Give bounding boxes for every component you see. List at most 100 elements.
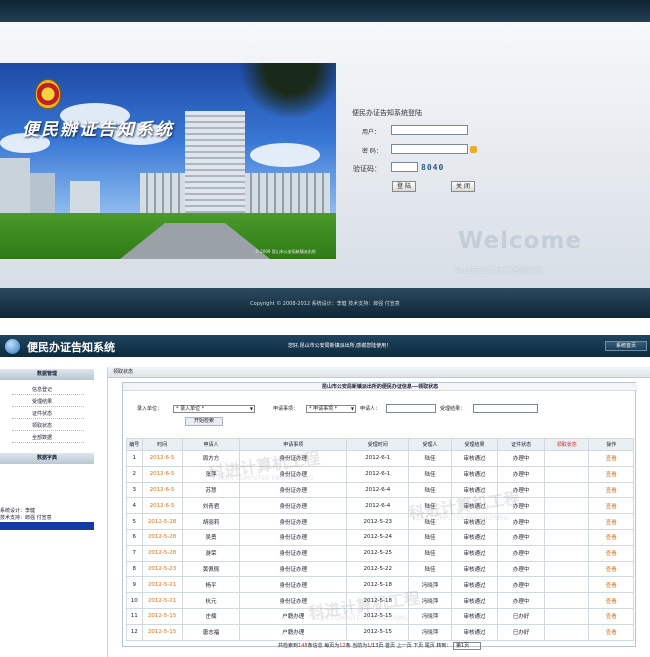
- cell-pickup: [543, 497, 590, 515]
- cell-item: 身份证办理: [239, 528, 348, 546]
- cell-no: 12: [126, 623, 143, 641]
- view-link[interactable]: 查看: [588, 607, 634, 625]
- sidebar: 数据管理 信息登记 受理结果 证件状态 领取状态 全部数据 数据字典 系统设计：…: [0, 367, 95, 657]
- cell-result: 审核通过: [450, 623, 499, 641]
- watermark-sub-3: KEJIN COMPUTER ENGINEERING: [313, 615, 409, 622]
- item-label: 申请事项：: [273, 406, 299, 412]
- sidebar-item-register[interactable]: 信息登记: [12, 385, 84, 395]
- login-button[interactable]: 登 陆: [392, 181, 416, 192]
- table-row: 3 2012-6-5 苏慧 身份证办理 2012-6-4 陆佳 审核通过 办理中 查看: [126, 481, 634, 499]
- table-row: 2 2012-6-5 张萍 身份证办理 2012-6-1 陆佳 审核通过 办理中 查看: [126, 465, 634, 483]
- system-title: 便民办证告知系统: [27, 341, 115, 354]
- view-link[interactable]: 查看: [588, 450, 634, 467]
- sidebar-item-all[interactable]: 全部数据: [12, 433, 84, 443]
- page-goto-select[interactable]: 第1页: [452, 641, 481, 650]
- welcome-text: Welcome: [458, 228, 583, 254]
- close-button[interactable]: 关 闭: [451, 181, 475, 192]
- cell-applicant: 吴勇: [181, 528, 241, 546]
- captcha-input[interactable]: [391, 162, 418, 172]
- cell-status: 办理中: [497, 560, 545, 578]
- view-link[interactable]: 查看: [588, 481, 634, 499]
- cell-date: 2012-5-28: [141, 528, 183, 546]
- breadcrumb: 领取状态: [108, 367, 650, 378]
- cell-status: 办理中: [497, 528, 545, 546]
- col-pickup: 领取状态: [543, 438, 590, 451]
- cell-date: 2012-5-15: [141, 607, 183, 625]
- table-row: 1 2012-6-5 周方方 身份证办理 2012-6-1 陆佳 审核通过 办理中 查看: [126, 450, 634, 467]
- cell-applicant: 杨平: [181, 576, 241, 594]
- cell-applicant: 刘青君: [181, 497, 241, 515]
- login-screen: 便民辦证告知系统 © 2009 昆山市公安局新镇派出所 便民办证告知系统登陆 用…: [0, 0, 650, 318]
- captcha-image[interactable]: 8040: [421, 163, 444, 172]
- home-button[interactable]: 系统首页: [605, 341, 647, 351]
- cell-pickup: [543, 607, 590, 625]
- cell-pickup: [543, 623, 590, 641]
- cell-accept-date: 2012-5-22: [346, 560, 410, 578]
- cell-applicant: 黄佩佩: [181, 560, 241, 578]
- pager-nav-links[interactable]: /13页 首页 上一页 下页 尾页 转到：: [370, 643, 451, 649]
- password-input[interactable]: [391, 144, 468, 154]
- view-link[interactable]: 查看: [588, 560, 634, 578]
- search-button[interactable]: 开始检索: [185, 417, 223, 426]
- table-header-row: 编号 时间 申请人 申请事项 受理时间 受理人 受理结果 证件状态 领取状态 操…: [126, 438, 634, 451]
- username-input[interactable]: [391, 125, 468, 135]
- password-label: 密 码：: [362, 148, 382, 155]
- cell-accept-date: 2012-5-23: [346, 513, 410, 530]
- cell-handler: 冯晓萍: [408, 607, 452, 625]
- cell-status: 已办好: [497, 623, 545, 641]
- cell-handler: 陆佳: [408, 528, 452, 546]
- cell-pickup: [543, 592, 590, 609]
- police-badge-icon: [35, 79, 61, 109]
- cell-handler: 陆佳: [408, 544, 452, 562]
- page-goto-value: 第1页: [455, 642, 470, 649]
- result-input[interactable]: [473, 404, 538, 413]
- cell-accept-date: 2012-5-15: [346, 623, 410, 641]
- cell-no: 10: [126, 592, 143, 609]
- cell-no: 5: [126, 513, 143, 530]
- logo-icon: [5, 339, 20, 354]
- cell-applicant: 胡丽莉: [181, 513, 241, 530]
- col-accept-time: 受理时间: [346, 438, 410, 451]
- cell-item: 身份证办理: [239, 544, 348, 562]
- table-row: 8 2012-5-23 黄佩佩 身份证办理 2012-5-22 陆佳 审核通过 办理中 查看: [126, 560, 634, 578]
- pager-total: 148: [298, 643, 308, 649]
- view-link[interactable]: 查看: [588, 528, 634, 546]
- cell-status: 办理中: [497, 592, 545, 609]
- view-link[interactable]: 查看: [588, 623, 634, 641]
- banner-copyright: © 2009 昆山市公安局新镇派出所: [255, 249, 316, 254]
- cell-handler: 冯晓萍: [408, 623, 452, 641]
- cell-accept-date: 2012-5-24: [346, 528, 410, 546]
- cell-pickup: [543, 560, 590, 578]
- cell-date: 2012-5-15: [141, 623, 183, 641]
- cell-no: 8: [126, 560, 143, 578]
- cell-no: 4: [126, 497, 143, 515]
- sidebar-header-dictionary[interactable]: 数据字典: [0, 453, 94, 464]
- cell-item: 身份证办理: [239, 497, 348, 515]
- cell-result: 审核通过: [450, 576, 499, 594]
- cell-result: 审核通过: [450, 450, 499, 467]
- cell-accept-date: 2012-6-4: [346, 481, 410, 499]
- item-select[interactable]: * 申请事项 *: [306, 405, 356, 413]
- view-link[interactable]: 查看: [588, 465, 634, 483]
- station-name: 昆山市公安局新镇派出所: [455, 266, 543, 275]
- view-link[interactable]: 查看: [588, 544, 634, 562]
- cell-accept-date: 2012-6-1: [346, 465, 410, 483]
- lock-icon: [470, 146, 477, 153]
- cell-date: 2012-6-5: [141, 497, 183, 515]
- pager-mid2: 条 当前为: [345, 643, 368, 649]
- cell-accept-date: 2012-5-25: [346, 544, 410, 562]
- sidebar-highlight-bar: [0, 522, 94, 530]
- view-link[interactable]: 查看: [588, 576, 634, 594]
- view-link[interactable]: 查看: [588, 513, 634, 530]
- sidebar-item-result[interactable]: 受理结果: [12, 397, 84, 407]
- unit-select[interactable]: * 录入单位 *: [173, 405, 255, 413]
- unit-label: 录入单位：: [137, 406, 163, 412]
- view-link[interactable]: 查看: [588, 592, 634, 609]
- col-result: 受理结果: [450, 438, 499, 451]
- cell-result: 审核通过: [450, 592, 499, 609]
- applicant-input[interactable]: [386, 404, 436, 413]
- sidebar-header-data-manage[interactable]: 数据管理: [0, 369, 94, 380]
- sidebar-item-pickup[interactable]: 领取状态: [12, 421, 84, 431]
- view-link[interactable]: 查看: [588, 497, 634, 515]
- sidebar-item-status[interactable]: 证件状态: [12, 409, 84, 419]
